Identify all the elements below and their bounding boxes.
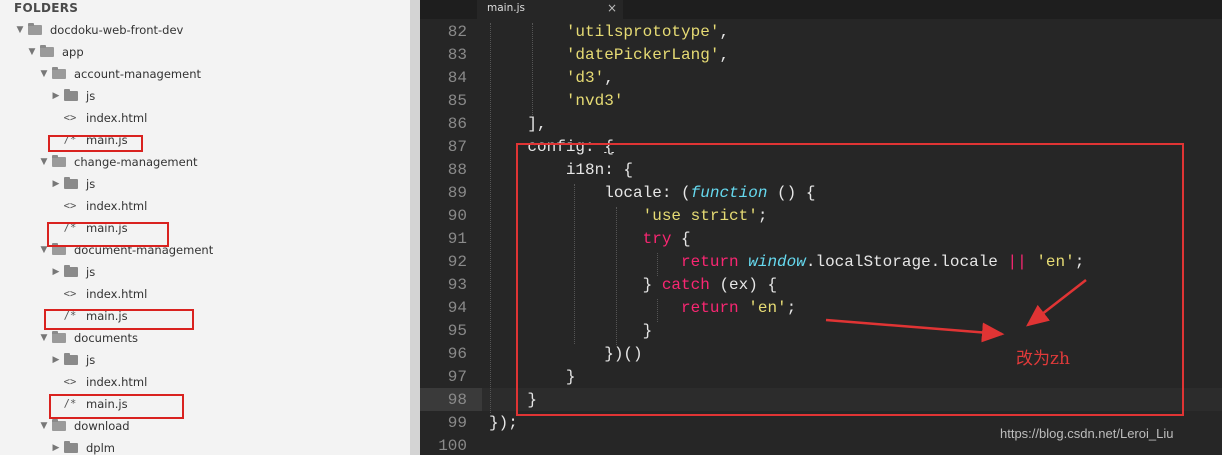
tree-item-label: index.html [86, 287, 148, 301]
chevron-right-icon[interactable]: ▶ [51, 439, 61, 455]
tree-item-label: download [74, 419, 130, 433]
folder-icon [64, 177, 78, 189]
folders-sidebar: FOLDERS ▼ docdoku-web-front-dev ▼ app ▼ accou… [0, 0, 410, 455]
annotation-text: 改为zh [1016, 349, 1070, 369]
main-js-highlight-box [48, 135, 143, 152]
tree-item-label: js [86, 265, 96, 279]
folder-icon [52, 419, 66, 431]
chevron-right-icon[interactable]: ▶ [51, 351, 61, 369]
folder-icon [28, 23, 42, 35]
folder-icon [64, 265, 78, 277]
tree-folder-dplm[interactable]: ▶ dplm [0, 439, 410, 455]
chevron-down-icon[interactable]: ▼ [39, 65, 49, 83]
chevron-right-icon[interactable]: ▶ [51, 175, 61, 193]
chevron-down-icon[interactable]: ▼ [39, 153, 49, 171]
tree-folder-docdoku-web-front-dev[interactable]: ▼ docdoku-web-front-dev [0, 21, 410, 39]
tree-folder-js[interactable]: ▶ js [0, 175, 410, 193]
pane-splitter[interactable] [410, 0, 420, 455]
tree-item-label: app [62, 45, 84, 59]
tree-item-label: change-management [74, 155, 198, 169]
tree-item-label: js [86, 89, 96, 103]
watermark: https://blog.csdn.net/Leroi_Liu [1000, 426, 1174, 441]
folders-header: FOLDERS [14, 1, 79, 15]
tree-folder-js[interactable]: ▶ js [0, 87, 410, 105]
folder-icon [52, 331, 66, 343]
chevron-right-icon[interactable]: ▶ [51, 263, 61, 281]
html-file-icon: <> [63, 288, 77, 300]
code-editor[interactable]: main.js × 82 83 84 85 86 87 88 89 90 91 92 93 94 95 96… [420, 0, 1222, 455]
html-file-icon: <> [63, 376, 77, 388]
tree-folder-app[interactable]: ▼ app [0, 43, 410, 61]
folder-icon [52, 155, 66, 167]
tree-folder-download[interactable]: ▼ download [0, 417, 410, 435]
folder-icon [40, 45, 54, 57]
tree-item-label: documents [74, 331, 139, 345]
tree-file-index.html[interactable]: <> index.html [0, 197, 410, 215]
tree-file-index.html[interactable]: <> index.html [0, 109, 410, 127]
folder-icon [52, 67, 66, 79]
tree-folder-change-management[interactable]: ▼ change-management [0, 153, 410, 171]
tree-item-label: dplm [86, 441, 115, 455]
tree-item-label: js [86, 177, 96, 191]
tree-item-label: docdoku-web-front-dev [50, 23, 184, 37]
chevron-down-icon[interactable]: ▼ [39, 417, 49, 435]
arrow-from-locale-en [1026, 279, 1087, 327]
main-js-highlight-box [49, 394, 184, 419]
chevron-down-icon[interactable]: ▼ [15, 21, 25, 39]
tree-file-index.html[interactable]: <> index.html [0, 373, 410, 391]
folder-icon [64, 353, 78, 365]
tree-folder-account-management[interactable]: ▼ account-management [0, 65, 410, 83]
chevron-down-icon[interactable]: ▼ [39, 329, 49, 347]
main-js-highlight-box [44, 309, 194, 330]
chevron-down-icon[interactable]: ▼ [27, 43, 37, 61]
html-file-icon: <> [63, 112, 77, 124]
tree-item-label: index.html [86, 375, 148, 389]
html-file-icon: <> [63, 200, 77, 212]
annotation-arrows [825, 279, 1087, 343]
tree-item-label: js [86, 353, 96, 367]
folder-icon [64, 89, 78, 101]
tree-item-label: account-management [74, 67, 201, 81]
tree-file-index.html[interactable]: <> index.html [0, 285, 410, 303]
arrow-to-return-en [825, 318, 1005, 343]
tree-folder-js[interactable]: ▶ js [0, 351, 410, 369]
folder-icon [64, 441, 78, 453]
tree-item-label: index.html [86, 199, 148, 213]
tree-item-label: index.html [86, 111, 148, 125]
chevron-right-icon[interactable]: ▶ [51, 87, 61, 105]
main-js-highlight-box [47, 222, 169, 247]
tree-folder-js[interactable]: ▶ js [0, 263, 410, 281]
tree-folder-documents[interactable]: ▼ documents [0, 329, 410, 347]
